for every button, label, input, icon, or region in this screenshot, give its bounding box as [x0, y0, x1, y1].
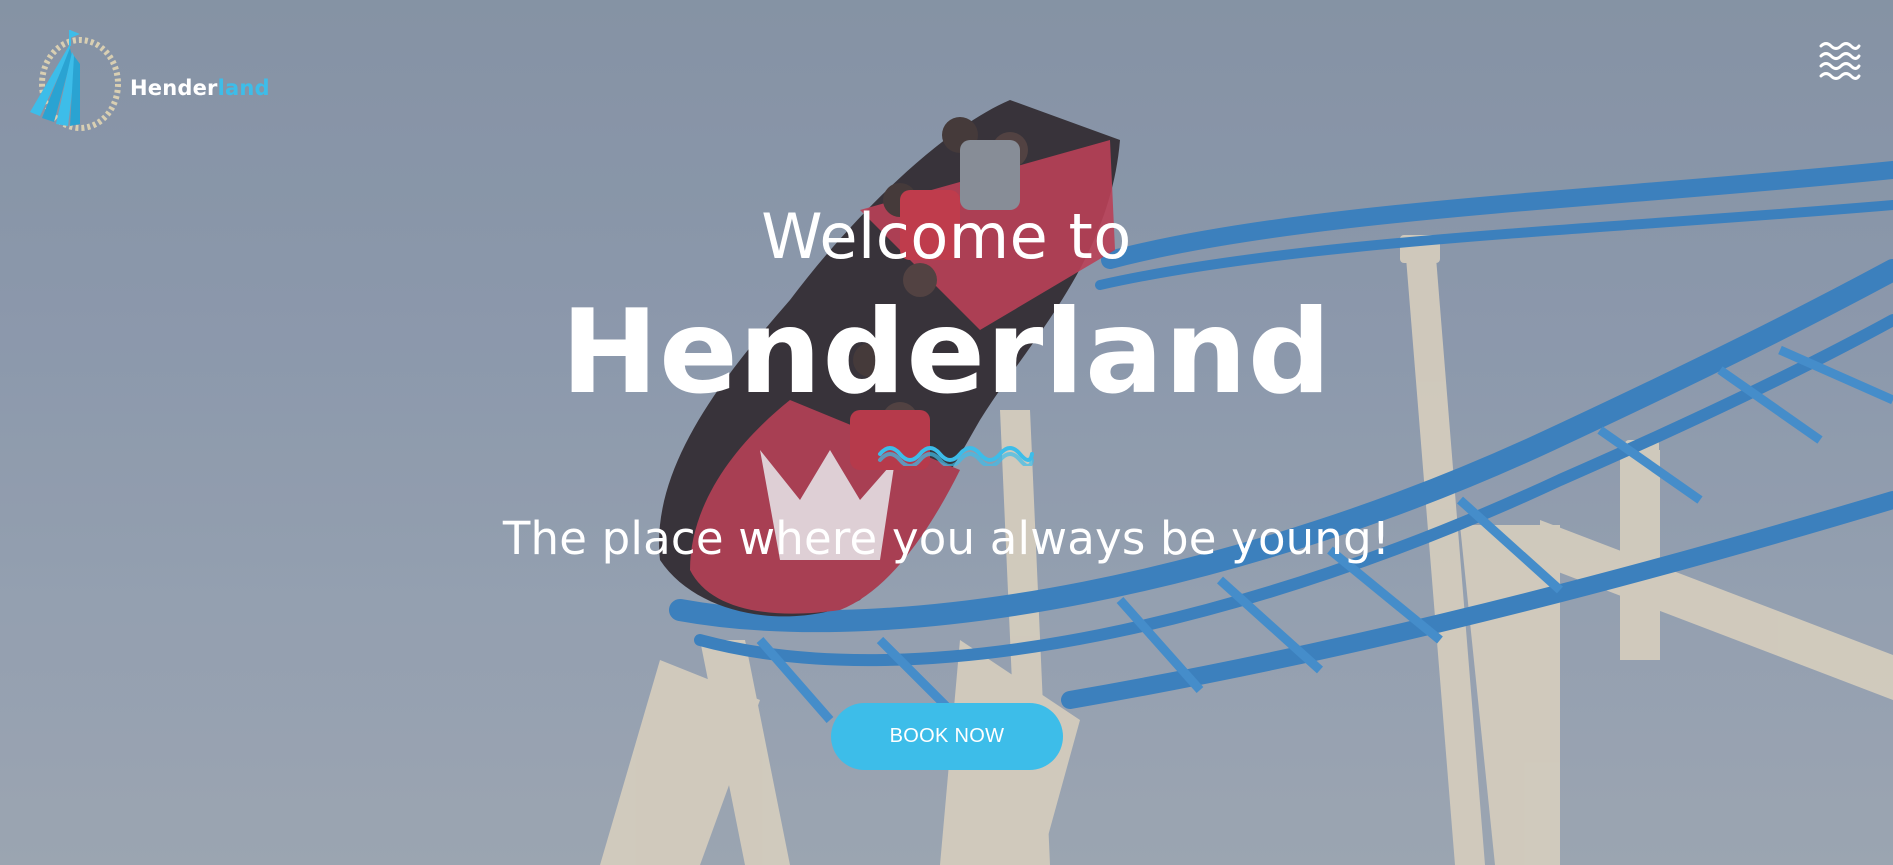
- logo-text-accent: land: [217, 76, 270, 100]
- hero-tagline: The place where you always be young!: [502, 512, 1391, 565]
- wave-divider-icon: [878, 446, 1034, 466]
- logo-wordmark: Henderland: [130, 76, 270, 100]
- carousel-tent-icon: [30, 30, 121, 131]
- site-logo[interactable]: Henderland: [28, 26, 270, 136]
- welcome-text: Welcome to: [761, 200, 1132, 273]
- hero-title: Henderland: [561, 285, 1332, 420]
- logo-text-primary: Hender: [130, 76, 218, 100]
- wave-menu-icon: [1819, 42, 1861, 80]
- hero-section: Henderland Welcome to Henderland The pla…: [0, 0, 1893, 865]
- book-now-button[interactable]: BOOK NOW: [831, 703, 1063, 770]
- menu-button[interactable]: [1819, 38, 1861, 80]
